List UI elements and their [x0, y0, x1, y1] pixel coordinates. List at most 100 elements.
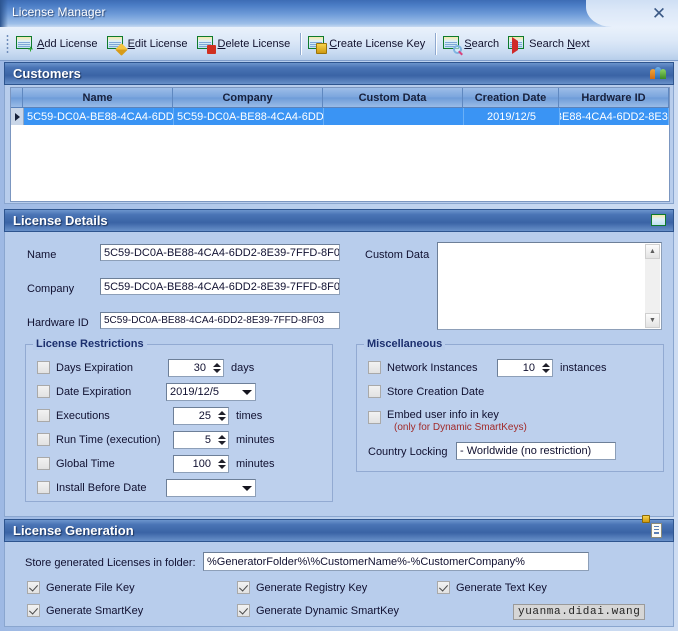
row-indicator-arrow-icon — [11, 108, 24, 125]
folder-label: Store generated Licenses in folder: — [25, 557, 196, 569]
date-expiration-label: Date Expiration — [56, 386, 132, 398]
executions-spin-arrows[interactable] — [215, 408, 228, 424]
license-generation-section-title: License Generation — [13, 523, 134, 538]
embed-user-info-checkbox[interactable] — [368, 411, 381, 424]
executions-stepper[interactable]: 25 — [173, 407, 229, 425]
customers-section-title: Customers — [13, 66, 81, 81]
miscellaneous-title: Miscellaneous — [364, 338, 446, 350]
run-time-unit: minutes — [236, 434, 275, 446]
generate-text-key-label: Generate Text Key — [456, 582, 547, 594]
create-license-key-button[interactable]: Create License Key — [305, 30, 431, 57]
add-license-button[interactable]: + AAdd Licensedd License — [13, 30, 104, 57]
embed-user-info-note: (only for Dynamic SmartKeys) — [394, 422, 527, 433]
global-time-unit: minutes — [236, 458, 275, 470]
generate-text-key-checkbox[interactable] — [437, 581, 450, 594]
hardware-id-input[interactable]: 5C59-DC0A-BE88-4CA4-6DD2-8E39-7FFD-8F03 — [100, 312, 340, 329]
create-license-key-icon — [308, 35, 328, 54]
delete-license-icon — [196, 35, 216, 54]
store-creation-date-checkbox[interactable] — [368, 385, 381, 398]
days-expiration-unit: days — [231, 362, 255, 374]
column-header-company[interactable]: Company — [173, 88, 323, 107]
license-details-section-header: License Details — [4, 209, 674, 232]
cell-company[interactable]: 5C59-DC0A-BE88-4CA4-6DD — [174, 108, 324, 125]
cell-name[interactable]: 5C59-DC0A-BE88-4CA4-6DD — [24, 108, 174, 125]
scroll-up-icon[interactable]: ▲ — [645, 244, 660, 259]
cell-hardware-id[interactable]: 0A-BE88-4CA4-6DD2-8E39-7F — [560, 108, 669, 125]
custom-data-scrollbar[interactable]: ▲ ▼ — [645, 244, 660, 328]
generate-smartkey-checkbox[interactable] — [27, 604, 40, 617]
store-creation-date-label: Store Creation Date — [387, 386, 485, 398]
cell-custom-data[interactable] — [324, 108, 464, 125]
close-icon[interactable]: ✕ — [648, 3, 670, 24]
global-time-label: Global Time — [56, 458, 115, 470]
install-before-date-combobox[interactable] — [166, 479, 256, 497]
custom-data-textarea[interactable]: ▲ ▼ — [437, 242, 662, 330]
generate-registry-key-checkbox[interactable] — [237, 581, 250, 594]
watermark: yuanma.didai.wang — [513, 604, 646, 620]
run-time-spin-arrows[interactable] — [215, 432, 228, 448]
cell-creation-date[interactable]: 2019/12/5 — [464, 108, 560, 125]
days-expiration-stepper[interactable]: 30 — [168, 359, 224, 377]
folder-input[interactable]: %GeneratorFolder%\%CustomerName%-%Custom… — [203, 552, 589, 571]
generate-file-key-checkbox[interactable] — [27, 581, 40, 594]
generation-doc-lock-icon — [642, 515, 667, 539]
generate-registry-key-label: Generate Registry Key — [256, 582, 368, 594]
generate-smartkey-label: Generate SmartKey — [46, 605, 144, 617]
chevron-down-icon[interactable] — [238, 390, 255, 395]
generate-file-key-label: Generate File Key — [46, 582, 135, 594]
country-locking-combobox[interactable]: - Worldwide (no restriction) — [456, 442, 616, 460]
install-before-date-label: Install Before Date — [56, 482, 147, 494]
days-expiration-checkbox[interactable] — [37, 361, 50, 374]
global-time-checkbox[interactable] — [37, 457, 50, 470]
license-restrictions-group: License Restrictions Days Expiration 30 … — [25, 338, 333, 502]
toolbar-separator — [300, 32, 302, 55]
executions-checkbox[interactable] — [37, 409, 50, 422]
generate-dynamic-smartkey-checkbox[interactable] — [237, 604, 250, 617]
date-expiration-checkbox[interactable] — [37, 385, 50, 398]
edit-license-button[interactable]: Edit License — [104, 30, 194, 57]
network-instances-unit: instances — [560, 362, 607, 374]
search-next-icon — [508, 35, 526, 54]
network-instances-value: 10 — [522, 362, 535, 374]
global-time-stepper[interactable]: 100 — [173, 455, 229, 473]
search-next-button[interactable]: Search Next — [505, 30, 596, 57]
global-time-spin-arrows[interactable] — [215, 456, 228, 472]
embed-user-info-label: Embed user info in key — [387, 409, 499, 421]
customers-grid-header: Name Company Custom Data Creation Date H… — [11, 88, 669, 108]
license-manager-window: License Manager ✕ + AAdd Licensedd Licen… — [0, 0, 678, 631]
network-instances-label: Network Instances — [387, 362, 478, 374]
column-header-name[interactable]: Name — [23, 88, 173, 107]
column-header-hardware-id[interactable]: Hardware ID — [559, 88, 669, 107]
executions-unit: times — [236, 410, 263, 422]
miscellaneous-group: Miscellaneous Network Instances 10 insta… — [356, 338, 664, 472]
chevron-down-icon[interactable] — [238, 486, 255, 491]
edit-license-icon — [106, 35, 128, 56]
title-bar: License Manager ✕ — [0, 0, 678, 28]
column-header-creation-date[interactable]: Creation Date — [463, 88, 559, 107]
generate-dynamic-smartkey-label: Generate Dynamic SmartKey — [256, 605, 400, 617]
date-expiration-combobox[interactable]: 2019/12/5 — [166, 383, 256, 401]
country-locking-label: Country Locking — [368, 446, 448, 458]
hardware-id-label: Hardware ID — [27, 317, 89, 329]
name-input[interactable]: 5C59-DC0A-BE88-4CA4-6DD2-8E39-7FFD-8F0 — [100, 244, 340, 261]
table-row[interactable]: 5C59-DC0A-BE88-4CA4-6DD 5C59-DC0A-BE88-4… — [11, 108, 669, 125]
days-expiration-value: 30 — [193, 362, 206, 374]
customers-grid[interactable]: Name Company Custom Data Creation Date H… — [10, 87, 670, 202]
run-time-checkbox[interactable] — [37, 433, 50, 446]
network-instances-checkbox[interactable] — [368, 361, 381, 374]
delete-license-button[interactable]: Delete License — [194, 30, 297, 57]
run-time-stepper[interactable]: 5 — [173, 431, 229, 449]
install-before-date-checkbox[interactable] — [37, 481, 50, 494]
network-instances-spin-arrows[interactable] — [539, 360, 552, 376]
toolbar-grip[interactable] — [6, 33, 9, 54]
toolbar-separator — [435, 32, 437, 55]
run-time-label: Run Time (execution) — [56, 434, 161, 446]
search-icon — [443, 35, 463, 54]
license-restrictions-title: License Restrictions — [33, 338, 147, 350]
column-header-custom-data[interactable]: Custom Data — [323, 88, 463, 107]
search-button[interactable]: Search — [440, 30, 505, 57]
days-expiration-spin-arrows[interactable] — [210, 360, 223, 376]
company-input[interactable]: 5C59-DC0A-BE88-4CA4-6DD2-8E39-7FFD-8F0 — [100, 278, 340, 295]
network-instances-stepper[interactable]: 10 — [497, 359, 553, 377]
scroll-down-icon[interactable]: ▼ — [645, 313, 660, 328]
